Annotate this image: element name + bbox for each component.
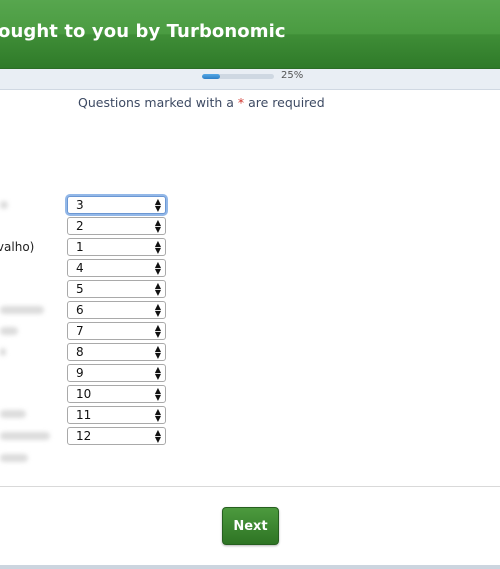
rank-select-value: 5	[76, 282, 84, 296]
required-note: Questions marked with a * are required	[78, 95, 325, 110]
rank-select-value: 6	[76, 303, 84, 317]
rank-select-value: 10	[76, 387, 92, 401]
select-arrows-icon: ▲ ▼	[154, 407, 161, 423]
select-arrows-icon: ▲ ▼	[154, 344, 161, 360]
select-arrows-icon: ▲ ▼	[154, 239, 161, 255]
rank-select-value: 2	[76, 219, 84, 233]
select-arrows-icon: ▲ ▼	[154, 428, 161, 444]
survey-header: ought to you by Turbonomic	[0, 0, 500, 69]
rank-select[interactable]: 7 ▲ ▼	[67, 322, 166, 340]
select-arrows-icon: ▲ ▼	[154, 365, 161, 381]
required-note-suffix: are required	[244, 95, 325, 110]
rank-select[interactable]: 4 ▲ ▼	[67, 259, 166, 277]
survey-title: ought to you by Turbonomic	[0, 21, 286, 42]
bottom-bar	[0, 565, 500, 569]
rank-select-value: 9	[76, 366, 84, 380]
progress-percent: 25%	[281, 70, 304, 81]
row-label-partial: rvalho)	[0, 240, 35, 254]
select-arrows-icon: ▲ ▼	[154, 281, 161, 297]
rank-select[interactable]: 9 ▲ ▼	[67, 364, 166, 382]
rank-select[interactable]: 2 ▲ ▼	[67, 217, 166, 235]
rank-select[interactable]: 6 ▲ ▼	[67, 301, 166, 319]
rank-select[interactable]: 8 ▲ ▼	[67, 343, 166, 361]
rank-select[interactable]: 12 ▲ ▼	[67, 427, 166, 445]
blurred-label	[0, 410, 26, 418]
blurred-label	[0, 432, 50, 440]
progress-bar-fill	[202, 74, 220, 79]
rank-select-value: 1	[76, 240, 84, 254]
rank-select[interactable]: 3 ▲ ▼	[67, 196, 166, 214]
rank-select[interactable]: 11 ▲ ▼	[67, 406, 166, 424]
select-arrows-icon: ▲ ▼	[154, 302, 161, 318]
select-arrows-icon: ▲ ▼	[154, 323, 161, 339]
select-arrows-icon: ▲ ▼	[154, 218, 161, 234]
blurred-label	[0, 306, 44, 314]
progress-bar	[202, 74, 274, 79]
next-button[interactable]: Next	[222, 507, 279, 545]
blurred-label	[0, 201, 8, 209]
rank-select-value: 3	[76, 198, 84, 212]
blurred-label	[0, 348, 6, 356]
rank-select[interactable]: 5 ▲ ▼	[67, 280, 166, 298]
footer-divider	[0, 486, 500, 487]
rank-select[interactable]: 10 ▲ ▼	[67, 385, 166, 403]
required-note-prefix: Questions marked with a	[78, 95, 238, 110]
rank-select-value: 4	[76, 261, 84, 275]
rank-select-value: 8	[76, 345, 84, 359]
select-arrows-icon: ▲ ▼	[154, 386, 161, 402]
rank-select[interactable]: 1 ▲ ▼	[67, 238, 166, 256]
rank-select-value: 12	[76, 429, 92, 443]
blurred-label	[0, 454, 28, 462]
rank-select-value: 11	[76, 408, 92, 422]
select-arrows-icon: ▲ ▼	[154, 260, 161, 276]
select-arrows-icon: ▲ ▼	[154, 197, 161, 213]
rank-select-value: 7	[76, 324, 84, 338]
progress-band: 25%	[0, 69, 500, 90]
blurred-label	[0, 327, 18, 335]
